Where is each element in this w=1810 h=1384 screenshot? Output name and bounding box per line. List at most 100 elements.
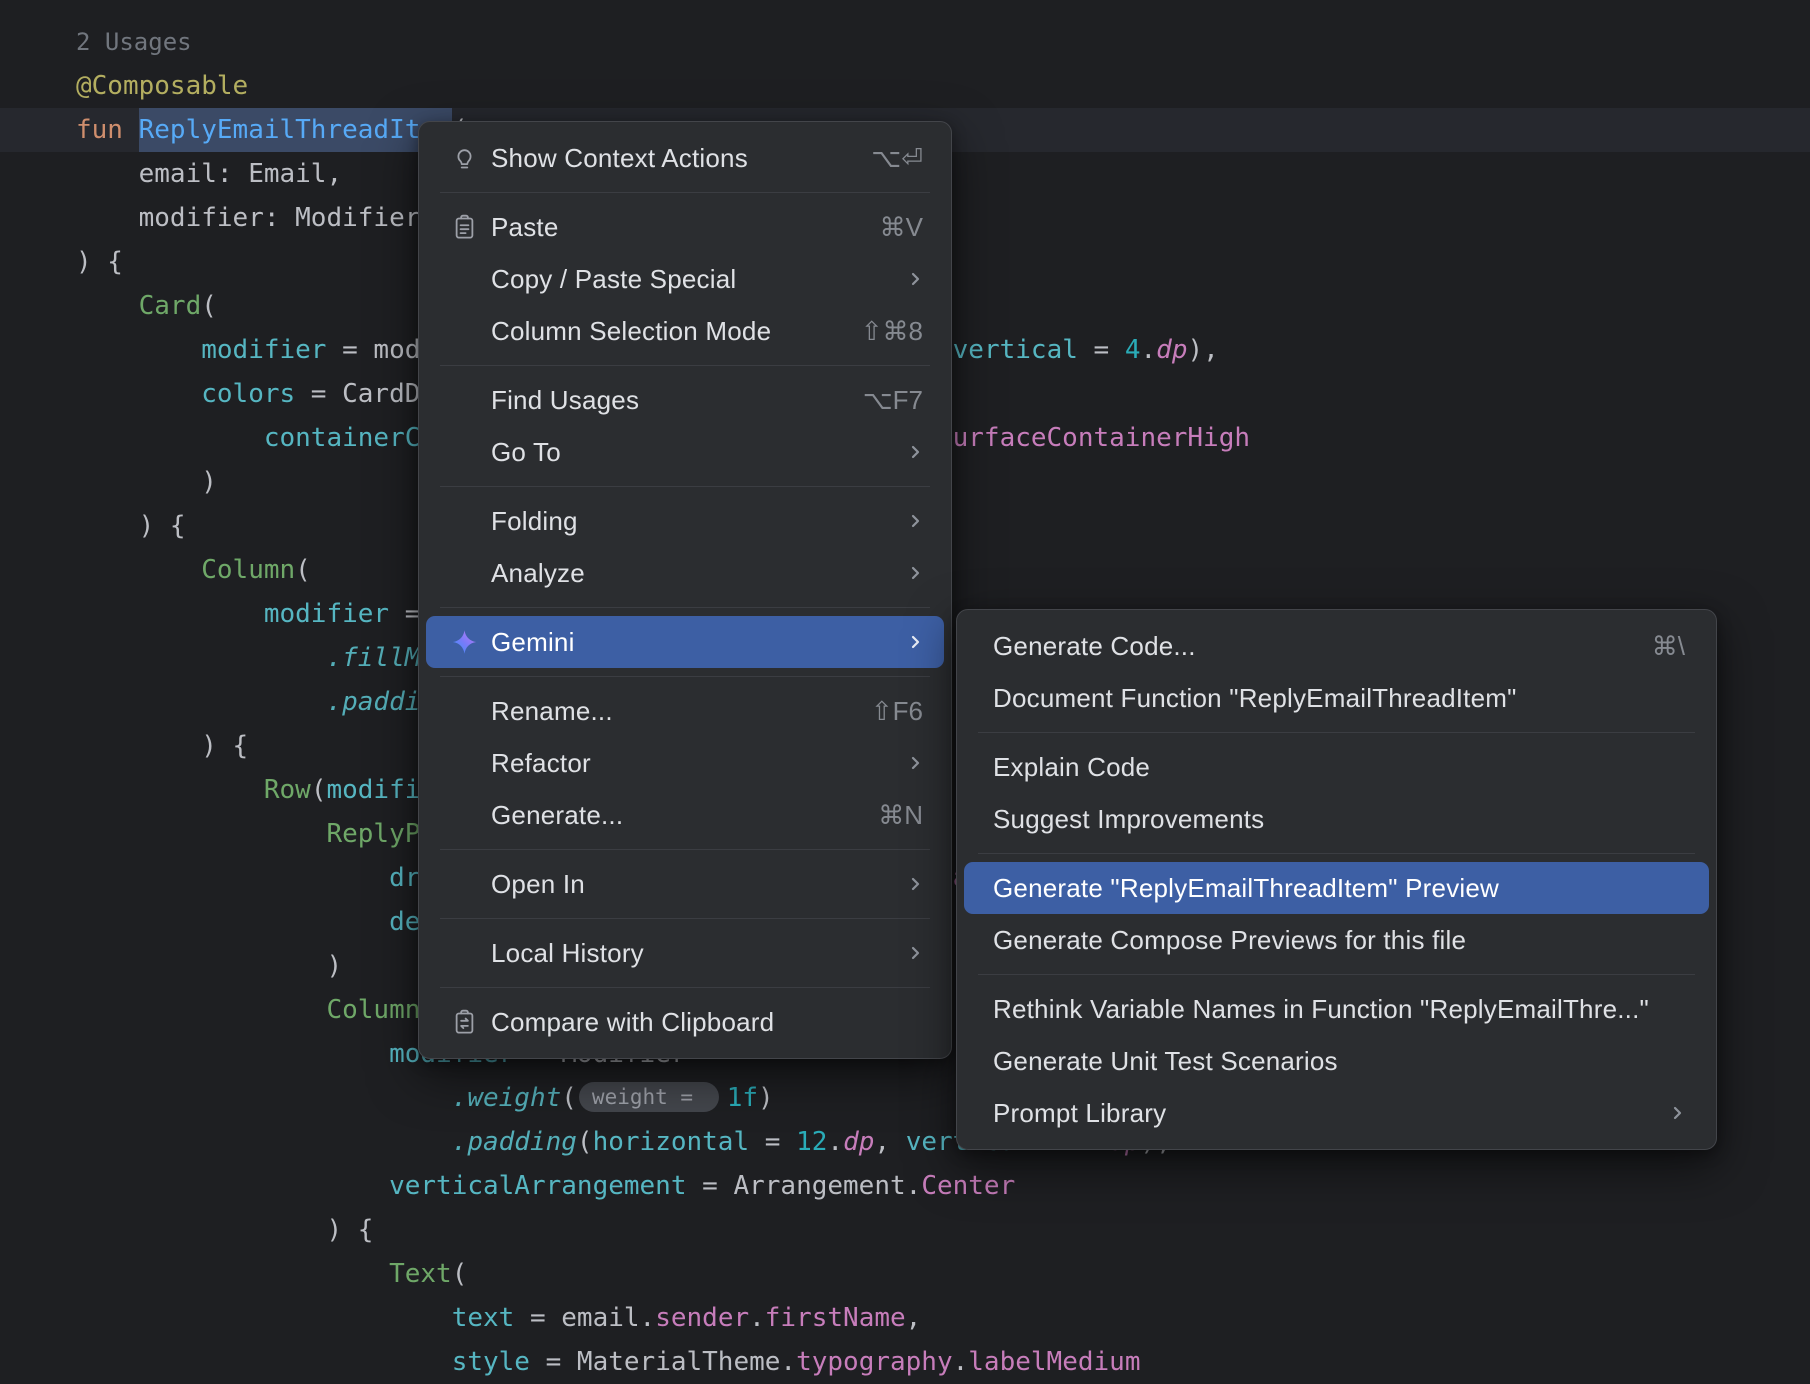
menu-item-compare-with-clipboard[interactable]: Compare with Clipboard	[426, 996, 944, 1048]
code-token: .	[827, 1127, 843, 1157]
code-line: 2 Usages	[0, 20, 1810, 64]
menu-item-paste[interactable]: Paste ⌘V	[426, 201, 944, 253]
lightbulb-icon	[451, 145, 478, 172]
code-token: 1f	[727, 1083, 758, 1113]
menu-separator	[440, 918, 930, 919]
chevron-right-icon	[878, 751, 923, 775]
menu-item-column-selection-mode[interactable]: Column Selection Mode⇧⌘8	[426, 305, 944, 357]
menu-item-generate-unit-test-scenarios[interactable]: Generate Unit Test Scenarios	[964, 1035, 1709, 1087]
code-token: =	[1078, 335, 1125, 365]
code-token: (	[561, 1083, 577, 1113]
icon-placeholder	[451, 560, 478, 587]
menu-separator	[978, 732, 1695, 733]
indent	[76, 907, 389, 937]
code-token: ,	[906, 1303, 922, 1333]
menu-item-open-in[interactable]: Open In	[426, 858, 944, 910]
menu-item-rethink-variable-names-in-function-replyemailthre[interactable]: Rethink Variable Names in Function "Repl…	[964, 983, 1709, 1035]
menu-item-local-history[interactable]: Local History	[426, 927, 944, 979]
menu-item-generate-code[interactable]: Generate Code... ⌘\	[964, 620, 1709, 672]
code-line: ) {	[0, 1208, 1810, 1252]
indent	[76, 775, 264, 805]
code-token: colors	[201, 379, 295, 409]
code-token: .padding	[452, 1127, 577, 1157]
indent	[76, 951, 326, 981]
menu-item-generate-compose-previews-for-this-file[interactable]: Generate Compose Previews for this file	[964, 914, 1709, 966]
code-token: vertical	[953, 335, 1078, 365]
chevron-right-icon	[878, 872, 923, 896]
menu-item-document-function-replyemailthreaditem[interactable]: Document Function "ReplyEmailThreadItem"	[964, 672, 1709, 724]
chevron-right-icon	[878, 267, 923, 291]
paste-icon	[451, 214, 478, 241]
indent	[76, 467, 201, 497]
menu-item-label: Gemini	[491, 627, 575, 658]
menu-item-folding[interactable]: Folding	[426, 495, 944, 547]
indent	[76, 995, 326, 1025]
menu-item-label: Paste	[491, 212, 559, 243]
code-token: )	[201, 467, 217, 497]
code-token: ) {	[76, 247, 123, 277]
menu-item-rename[interactable]: Rename... ⇧F6	[426, 685, 944, 737]
menu-item-generate[interactable]: Generate...⌘N	[426, 789, 944, 841]
menu-item-shortcut: ⌘V	[840, 212, 923, 243]
indent	[76, 731, 201, 761]
menu-item-suggest-improvements[interactable]: Suggest Improvements	[964, 793, 1709, 845]
code-line: Text(	[0, 1252, 1810, 1296]
ide-editor-screen: 2 Usages@Composablefun ReplyEmailThreadI…	[0, 0, 1810, 1358]
code-token: ) {	[326, 1215, 373, 1245]
chevron-right-icon	[878, 941, 923, 965]
icon-placeholder	[451, 750, 478, 777]
code-token: .	[1141, 335, 1157, 365]
gemini-icon	[451, 629, 478, 656]
menu-item-explain-code[interactable]: Explain Code	[964, 741, 1709, 793]
indent	[76, 1171, 389, 1201]
icon-placeholder	[451, 508, 478, 535]
icon-placeholder	[451, 802, 478, 829]
menu-separator	[440, 365, 930, 366]
menu-item-label: Refactor	[491, 748, 591, 779]
menu-item-generate-replyemailthreaditem-preview[interactable]: Generate "ReplyEmailThreadItem" Preview	[964, 862, 1709, 914]
menu-item-refactor[interactable]: Refactor	[426, 737, 944, 789]
menu-item-show-context-actions[interactable]: Show Context Actions⌥⏎	[426, 132, 944, 184]
menu-item-label: Analyze	[491, 558, 585, 589]
indent	[76, 1215, 326, 1245]
indent	[76, 511, 139, 541]
menu-item-label: Compare with Clipboard	[491, 1007, 774, 1038]
code-token: modifier	[201, 335, 326, 365]
code-token: text	[452, 1303, 515, 1333]
code-token: .	[749, 1303, 765, 1333]
indent	[76, 379, 201, 409]
code-token: 12	[796, 1127, 827, 1157]
menu-item-label: Rename...	[491, 696, 613, 727]
menu-item-find-usages[interactable]: Find Usages⌥F7	[426, 374, 944, 426]
menu-item-shortcut: ⇧F6	[831, 696, 923, 727]
code-token: sender	[655, 1303, 749, 1333]
code-token: Row	[264, 775, 311, 805]
code-token: Card	[139, 291, 202, 321]
menu-item-prompt-library[interactable]: Prompt Library	[964, 1087, 1709, 1139]
code-token: Text	[389, 1259, 452, 1289]
code-token: )	[326, 951, 342, 981]
menu-separator	[440, 486, 930, 487]
code-token: Column	[201, 555, 295, 585]
menu-item-analyze[interactable]: Analyze	[426, 547, 944, 599]
indent	[76, 1083, 452, 1113]
menu-item-label: Generate...	[491, 800, 623, 831]
code-token: (	[452, 1259, 468, 1289]
icon-placeholder	[451, 698, 478, 725]
code-token: ),	[1187, 335, 1218, 365]
compare-icon	[451, 1009, 478, 1036]
menu-item-label: Generate Code...	[993, 631, 1196, 662]
code-token: @Composable	[76, 71, 248, 101]
menu-item-copy-paste-special[interactable]: Copy / Paste Special	[426, 253, 944, 305]
menu-item-gemini[interactable]: Gemini	[426, 616, 944, 668]
indent	[76, 1039, 389, 1069]
chevron-right-icon	[878, 630, 923, 654]
code-token: (	[311, 775, 327, 805]
code-token: ,	[874, 1127, 905, 1157]
indent	[76, 335, 201, 365]
menu-item-label: Local History	[491, 938, 644, 969]
chevron-right-icon	[878, 561, 923, 585]
menu-item-go-to[interactable]: Go To	[426, 426, 944, 478]
menu-item-shortcut: ⌘\	[1612, 631, 1685, 662]
icon-placeholder	[451, 871, 478, 898]
